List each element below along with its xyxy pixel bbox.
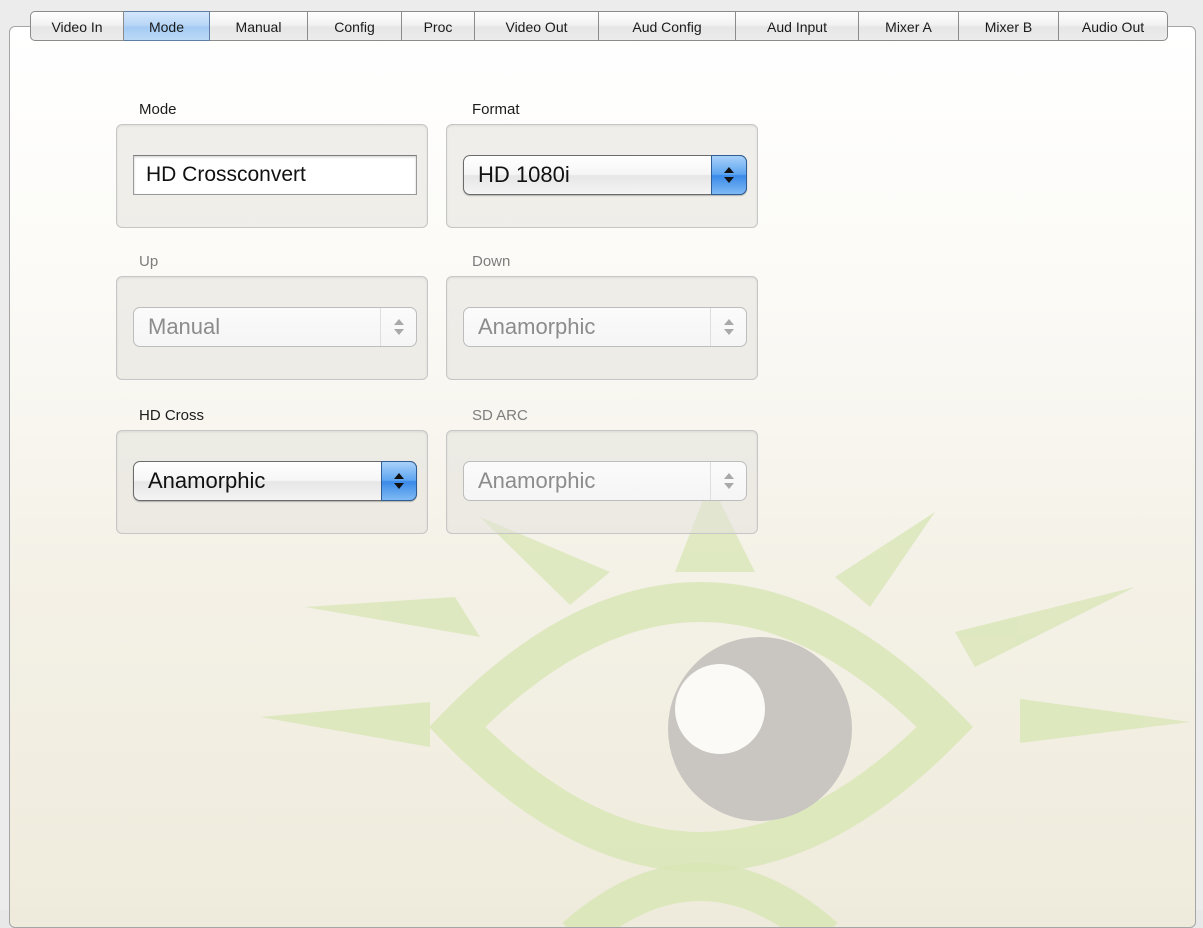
- eye-lower-arc: [562, 863, 838, 927]
- down-label: Down: [472, 253, 511, 270]
- up-label: Up: [139, 253, 159, 270]
- mode-group: HD Crossconvert: [116, 124, 428, 228]
- tab-mixer-a[interactable]: Mixer A: [859, 11, 959, 41]
- tab-aud-config[interactable]: Aud Config: [599, 11, 736, 41]
- eye-pupil: [675, 664, 765, 754]
- tab-mode[interactable]: Mode: [124, 11, 210, 41]
- up-group: Manual: [116, 276, 428, 380]
- hd-cross-label: HD Cross: [139, 407, 205, 424]
- sd-arc-popup[interactable]: Anamorphic: [463, 461, 747, 501]
- up-down-arrows-icon: [724, 166, 734, 184]
- sd-arc-group: Anamorphic: [446, 430, 758, 534]
- tab-video-in[interactable]: Video In: [30, 11, 124, 41]
- up-popup-value: Manual: [148, 314, 221, 339]
- up-down-arrows-icon: [723, 318, 734, 336]
- format-popup-value: HD 1080i: [478, 162, 570, 187]
- up-popup[interactable]: Manual: [133, 307, 417, 347]
- tab-aud-input[interactable]: Aud Input: [736, 11, 859, 41]
- tab-mixer-b[interactable]: Mixer B: [959, 11, 1059, 41]
- sd-arc-label: SD ARC: [472, 407, 528, 424]
- format-label: Format: [472, 101, 520, 118]
- format-popup-stepper[interactable]: [711, 155, 747, 195]
- hd-cross-popup-stepper[interactable]: [381, 461, 417, 501]
- hd-cross-group: Anamorphic: [116, 430, 428, 534]
- up-down-arrows-icon: [393, 318, 404, 336]
- mode-field[interactable]: HD Crossconvert: [133, 155, 417, 195]
- hd-cross-popup[interactable]: Anamorphic: [133, 461, 417, 501]
- format-group: HD 1080i: [446, 124, 758, 228]
- app-window: Video In Mode Manual Config Proc Video O…: [0, 0, 1203, 928]
- up-popup-stepper: [380, 308, 416, 346]
- down-popup-value: Anamorphic: [478, 314, 596, 339]
- sd-arc-popup-stepper: [710, 462, 746, 500]
- sd-arc-popup-value: Anamorphic: [478, 468, 596, 493]
- tab-audio-out[interactable]: Audio Out: [1059, 11, 1168, 41]
- up-down-arrows-icon: [394, 472, 404, 490]
- tab-content-panel: Mode HD Crossconvert Format HD 1080i Up …: [9, 26, 1196, 928]
- mode-label: Mode: [139, 101, 177, 118]
- up-down-arrows-icon: [723, 472, 734, 490]
- down-popup[interactable]: Anamorphic: [463, 307, 747, 347]
- hd-cross-popup-value: Anamorphic: [148, 468, 266, 493]
- tab-video-out[interactable]: Video Out: [475, 11, 599, 41]
- tab-proc[interactable]: Proc: [402, 11, 475, 41]
- tab-bar: Video In Mode Manual Config Proc Video O…: [30, 11, 1168, 43]
- tab-manual[interactable]: Manual: [210, 11, 308, 41]
- tab-config[interactable]: Config: [308, 11, 402, 41]
- format-popup[interactable]: HD 1080i: [463, 155, 747, 195]
- down-popup-stepper: [710, 308, 746, 346]
- down-group: Anamorphic: [446, 276, 758, 380]
